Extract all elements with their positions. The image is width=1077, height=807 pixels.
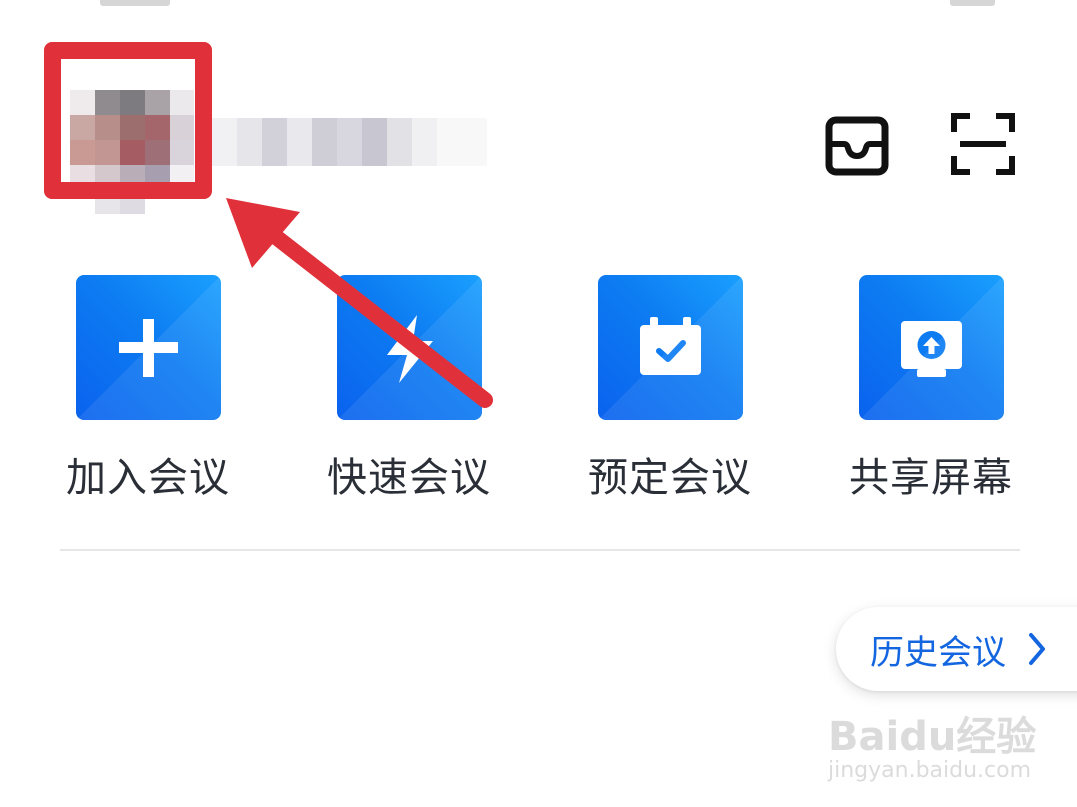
history-meetings-label: 历史会议 xyxy=(870,633,1006,673)
scan-icon[interactable] xyxy=(950,112,1016,178)
schedule-meeting-tile[interactable] xyxy=(598,275,743,420)
quick-meeting-label: 快速会议 xyxy=(327,455,491,501)
join-meeting-label: 加入会议 xyxy=(66,455,230,501)
baidu-jingyan-watermark: Baidu经验 jingyan.baidu.com xyxy=(822,690,1072,800)
status-bar-fragment xyxy=(950,0,995,6)
quick-meeting-button[interactable]: 快速会议 xyxy=(309,275,509,505)
plus-icon xyxy=(119,319,178,377)
share-screen-icon xyxy=(901,321,962,377)
inbox-icon[interactable] xyxy=(824,114,890,180)
join-meeting-tile[interactable] xyxy=(76,275,221,420)
schedule-meeting-label: 预定会议 xyxy=(588,455,752,501)
chevron-right-icon xyxy=(1026,631,1048,671)
schedule-meeting-button[interactable]: 预定会议 xyxy=(570,275,770,505)
annotation-highlight-box xyxy=(44,42,212,199)
share-screen-button[interactable]: 共享屏幕 xyxy=(831,275,1031,505)
quick-actions: 加入会议 快速会议 预定会议 共享屏幕 xyxy=(0,275,1077,505)
join-meeting-button[interactable]: 加入会议 xyxy=(48,275,248,505)
history-meetings-button[interactable]: 历史会议 xyxy=(836,607,1077,691)
quick-meeting-tile[interactable] xyxy=(337,275,482,420)
watermark-url: jingyan.baidu.com xyxy=(828,758,1032,783)
share-screen-tile[interactable] xyxy=(859,275,1004,420)
status-bar-fragment xyxy=(100,0,170,6)
share-screen-label: 共享屏幕 xyxy=(849,455,1013,501)
divider xyxy=(60,549,1020,551)
watermark-brand: Baidu经验 xyxy=(828,714,1037,760)
user-name-redacted xyxy=(212,118,512,166)
lightning-icon xyxy=(387,315,433,383)
calendar-check-icon xyxy=(640,317,701,375)
